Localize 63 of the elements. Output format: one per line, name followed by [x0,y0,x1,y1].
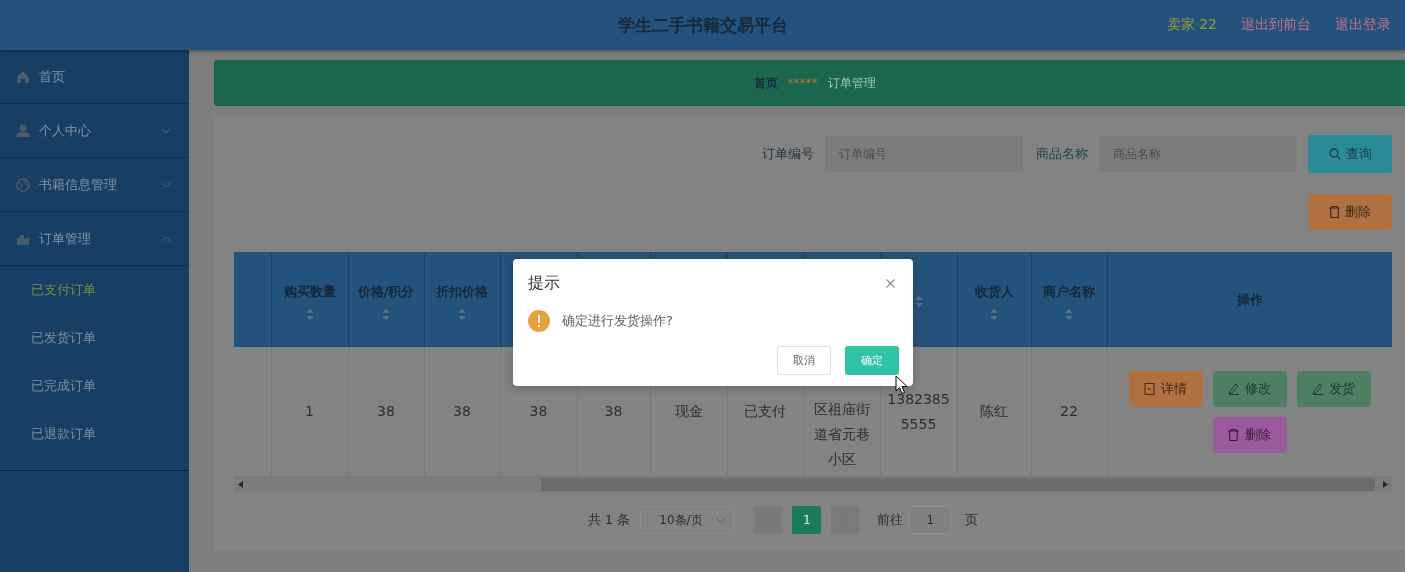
table-cell: 38 [424,347,500,477]
page-number[interactable]: 1 [792,506,822,534]
dialog-message: 确定进行发货操作? [562,312,673,330]
submenu-item[interactable]: 已支付订单 [0,266,189,314]
column-header: 折扣价格 [436,284,488,299]
action-button[interactable]: 修改 [1212,370,1287,407]
horizontal-scrollbar[interactable] [234,477,1392,492]
close-icon [886,278,895,288]
column-header: 操作 [1236,291,1263,307]
column-header: 商户名称 [1043,284,1095,299]
table-cell: 1 [271,347,348,477]
pencil-icon [1228,382,1239,395]
search-button[interactable]: 查询 [1308,135,1392,173]
next-page-button[interactable] [831,506,860,534]
globe-icon [16,177,30,192]
goto-label: 前往 [877,511,904,529]
action-button[interactable]: 发货 [1296,370,1371,407]
submenu-item[interactable]: 已退款订单 [0,410,189,458]
trash-icon [1329,206,1340,218]
trash-icon [1228,428,1239,441]
sort-icon [1065,309,1073,320]
detail-button[interactable]: 详情 [1128,370,1203,407]
column-header: 购买数量 [283,284,336,299]
total-count: 共 1 条 [587,511,631,529]
column-header: 收货人 [974,284,1014,299]
dialog-title: 提示 [528,272,560,294]
header-link[interactable]: 退出登录 [1335,16,1391,34]
chevron-down-icon [716,517,726,523]
sort-icon [458,309,466,320]
table-cell: 38 [348,347,424,477]
field-label: 商品名称 [1036,145,1088,163]
home-icon [16,69,30,84]
scrollbar-thumb[interactable] [541,478,1375,491]
scroll-left-icon [238,481,243,488]
page-input[interactable]: 1 [909,506,952,534]
user-label: 卖家 22 [1166,16,1217,34]
previous-page-button[interactable] [754,506,783,534]
breadcrumb-separator: ***** [787,76,818,90]
cancel-button[interactable]: 取消 [777,346,831,375]
field-label: 订单编号 [762,145,814,163]
delete-button[interactable]: 删除 [1212,416,1287,453]
submenu-item[interactable]: 已完成订单 [0,362,189,410]
person-icon [16,123,30,138]
confirm-button[interactable]: 确定 [845,346,899,375]
app-title: 学生二手书籍交易平台 [617,13,788,37]
pencil-icon [1312,382,1323,395]
document-icon [1144,382,1155,395]
sort-icon [305,309,314,320]
sort-icon [382,309,390,320]
sort-icon [990,309,998,320]
submenu-item[interactable]: 已发货订单 [0,314,189,362]
table-cell: 陈红 [957,347,1031,477]
delete-button[interactable]: 删除 [1308,194,1392,230]
table-cell: 22 [1031,347,1107,477]
page-unit-label: 页 [965,511,979,529]
column-header: 价格/积分 [357,284,415,299]
page-size-select[interactable]: 10条/页 [640,506,735,534]
warning-icon [528,310,550,332]
search-icon [1328,148,1341,160]
breadcrumb-link[interactable]: 首页 [753,74,778,92]
scroll-right-icon [1383,481,1388,488]
header-link[interactable]: 退出到前台 [1241,16,1311,34]
breadcrumb-current: 订单管理 [827,74,876,92]
